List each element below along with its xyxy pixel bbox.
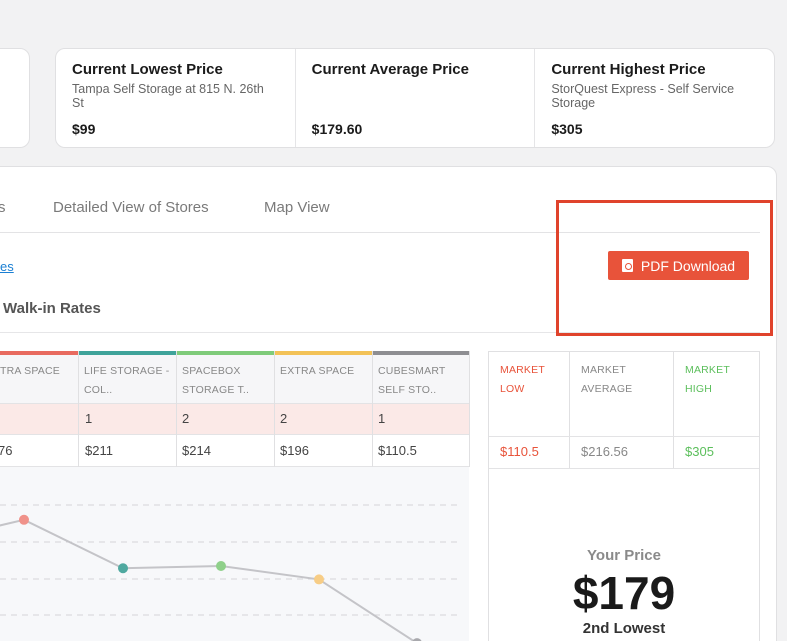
units-cell: 2 xyxy=(280,411,288,426)
section-title: Walk-in Rates xyxy=(3,300,101,317)
column-divider xyxy=(569,352,570,468)
lowest-price-store: Tampa Self Storage at 815 N. 26th St xyxy=(72,82,264,110)
row-divider xyxy=(489,436,759,437)
price-summary-card: Current Lowest Price Tampa Self Storage … xyxy=(55,48,775,148)
competitor-name: EXTRA SPACE xyxy=(280,365,355,377)
competitor-color-bar xyxy=(274,351,372,355)
market-high-label-line: HIGH xyxy=(685,383,713,395)
competitor-name: LIFE STORAGE - xyxy=(84,365,170,377)
units-cell: 1 xyxy=(85,411,93,426)
market-low-label-line: LOW xyxy=(500,383,525,395)
competitor-name: CUBESMART xyxy=(378,365,446,377)
price-cell: 76 xyxy=(0,443,13,458)
price-trend-chart-svg xyxy=(0,504,462,641)
average-price-value: $179.60 xyxy=(311,121,363,137)
market-high-value: $305 xyxy=(685,444,714,459)
lowest-price-title: Current Lowest Price xyxy=(72,61,223,78)
price-trend-chart xyxy=(0,467,469,641)
competitor-name: SELF STO.. xyxy=(378,384,437,396)
competitor-color-bar xyxy=(78,351,176,355)
average-price-title: Current Average Price xyxy=(311,61,469,78)
row-divider xyxy=(489,468,759,469)
highest-price-title: Current Highest Price xyxy=(551,61,706,78)
tab-map-view[interactable]: Map View xyxy=(264,199,330,216)
market-average-label: MARKET AVERAGE xyxy=(581,361,632,399)
price-cell: $214 xyxy=(182,443,211,458)
market-high-label: MARKET HIGH xyxy=(685,361,730,399)
market-high-label-line: MARKET xyxy=(685,364,730,376)
competitor-header-4: EXTRA SPACE xyxy=(280,362,354,381)
your-price-label: Your Price xyxy=(587,547,661,564)
market-stats-panel: MARKET LOW MARKET AVERAGE MARKET HIGH $1… xyxy=(488,351,760,641)
chart-data-point[interactable] xyxy=(216,561,226,572)
price-cell: $211 xyxy=(85,443,113,458)
column-divider xyxy=(372,351,373,467)
market-average-label-line: AVERAGE xyxy=(581,383,633,395)
competitor-header-1: TRA SPACE xyxy=(0,362,60,381)
chart-data-point[interactable] xyxy=(19,514,29,525)
highest-price-value: $305 xyxy=(551,121,583,137)
competitor-color-bar xyxy=(176,351,274,355)
market-average-value: $216.56 xyxy=(581,444,628,459)
summary-card-partial xyxy=(0,48,30,148)
column-divider xyxy=(176,351,177,467)
highest-price-panel: Current Highest Price StorQuest Express … xyxy=(535,49,774,147)
your-price-rank: 2nd Lowest xyxy=(582,620,666,637)
competitor-header-3: SPACEBOX STORAGE T.. xyxy=(182,362,249,400)
competitor-color-bar xyxy=(372,351,469,355)
stores-link[interactable]: es xyxy=(0,259,14,274)
competitor-name: TRA SPACE xyxy=(0,365,60,377)
average-price-panel: Current Average Price $179.60 xyxy=(296,49,536,147)
competitor-color-bar xyxy=(0,351,78,355)
competitor-name: COL.. xyxy=(84,384,113,396)
column-divider xyxy=(274,351,275,467)
units-cell: 1 xyxy=(378,411,386,426)
price-cell: $110.5 xyxy=(378,443,417,458)
market-low-value: $110.5 xyxy=(500,444,539,459)
units-row xyxy=(0,403,469,435)
column-divider xyxy=(673,352,674,468)
column-divider xyxy=(78,351,79,467)
chart-data-point[interactable] xyxy=(118,563,128,574)
chart-series-line xyxy=(0,518,416,641)
price-cell: $196 xyxy=(280,443,309,458)
market-low-label: MARKET LOW xyxy=(500,361,545,399)
highest-price-store: StorQuest Express - Self Service Storage xyxy=(551,82,735,110)
market-low-label-line: MARKET xyxy=(500,364,545,376)
competitor-header-5: CUBESMART SELF STO.. xyxy=(378,362,446,400)
column-divider xyxy=(469,351,470,467)
units-cell: 2 xyxy=(182,411,190,426)
lowest-price-value: $99 xyxy=(72,121,96,137)
your-price-value: $179 xyxy=(572,567,676,619)
tab-detailed-view-of-stores[interactable]: Detailed View of Stores xyxy=(53,199,209,216)
competitor-name: SPACEBOX xyxy=(182,365,241,377)
market-average-label-line: MARKET xyxy=(581,364,626,376)
competitor-name: STORAGE T.. xyxy=(182,384,250,396)
highlight-annotation-box xyxy=(556,200,773,336)
competitor-header-2: LIFE STORAGE - COL.. xyxy=(84,362,169,400)
lowest-price-panel: Current Lowest Price Tampa Self Storage … xyxy=(56,49,296,147)
chart-data-point[interactable] xyxy=(314,574,324,585)
tab-overview[interactable]: s xyxy=(0,199,6,216)
